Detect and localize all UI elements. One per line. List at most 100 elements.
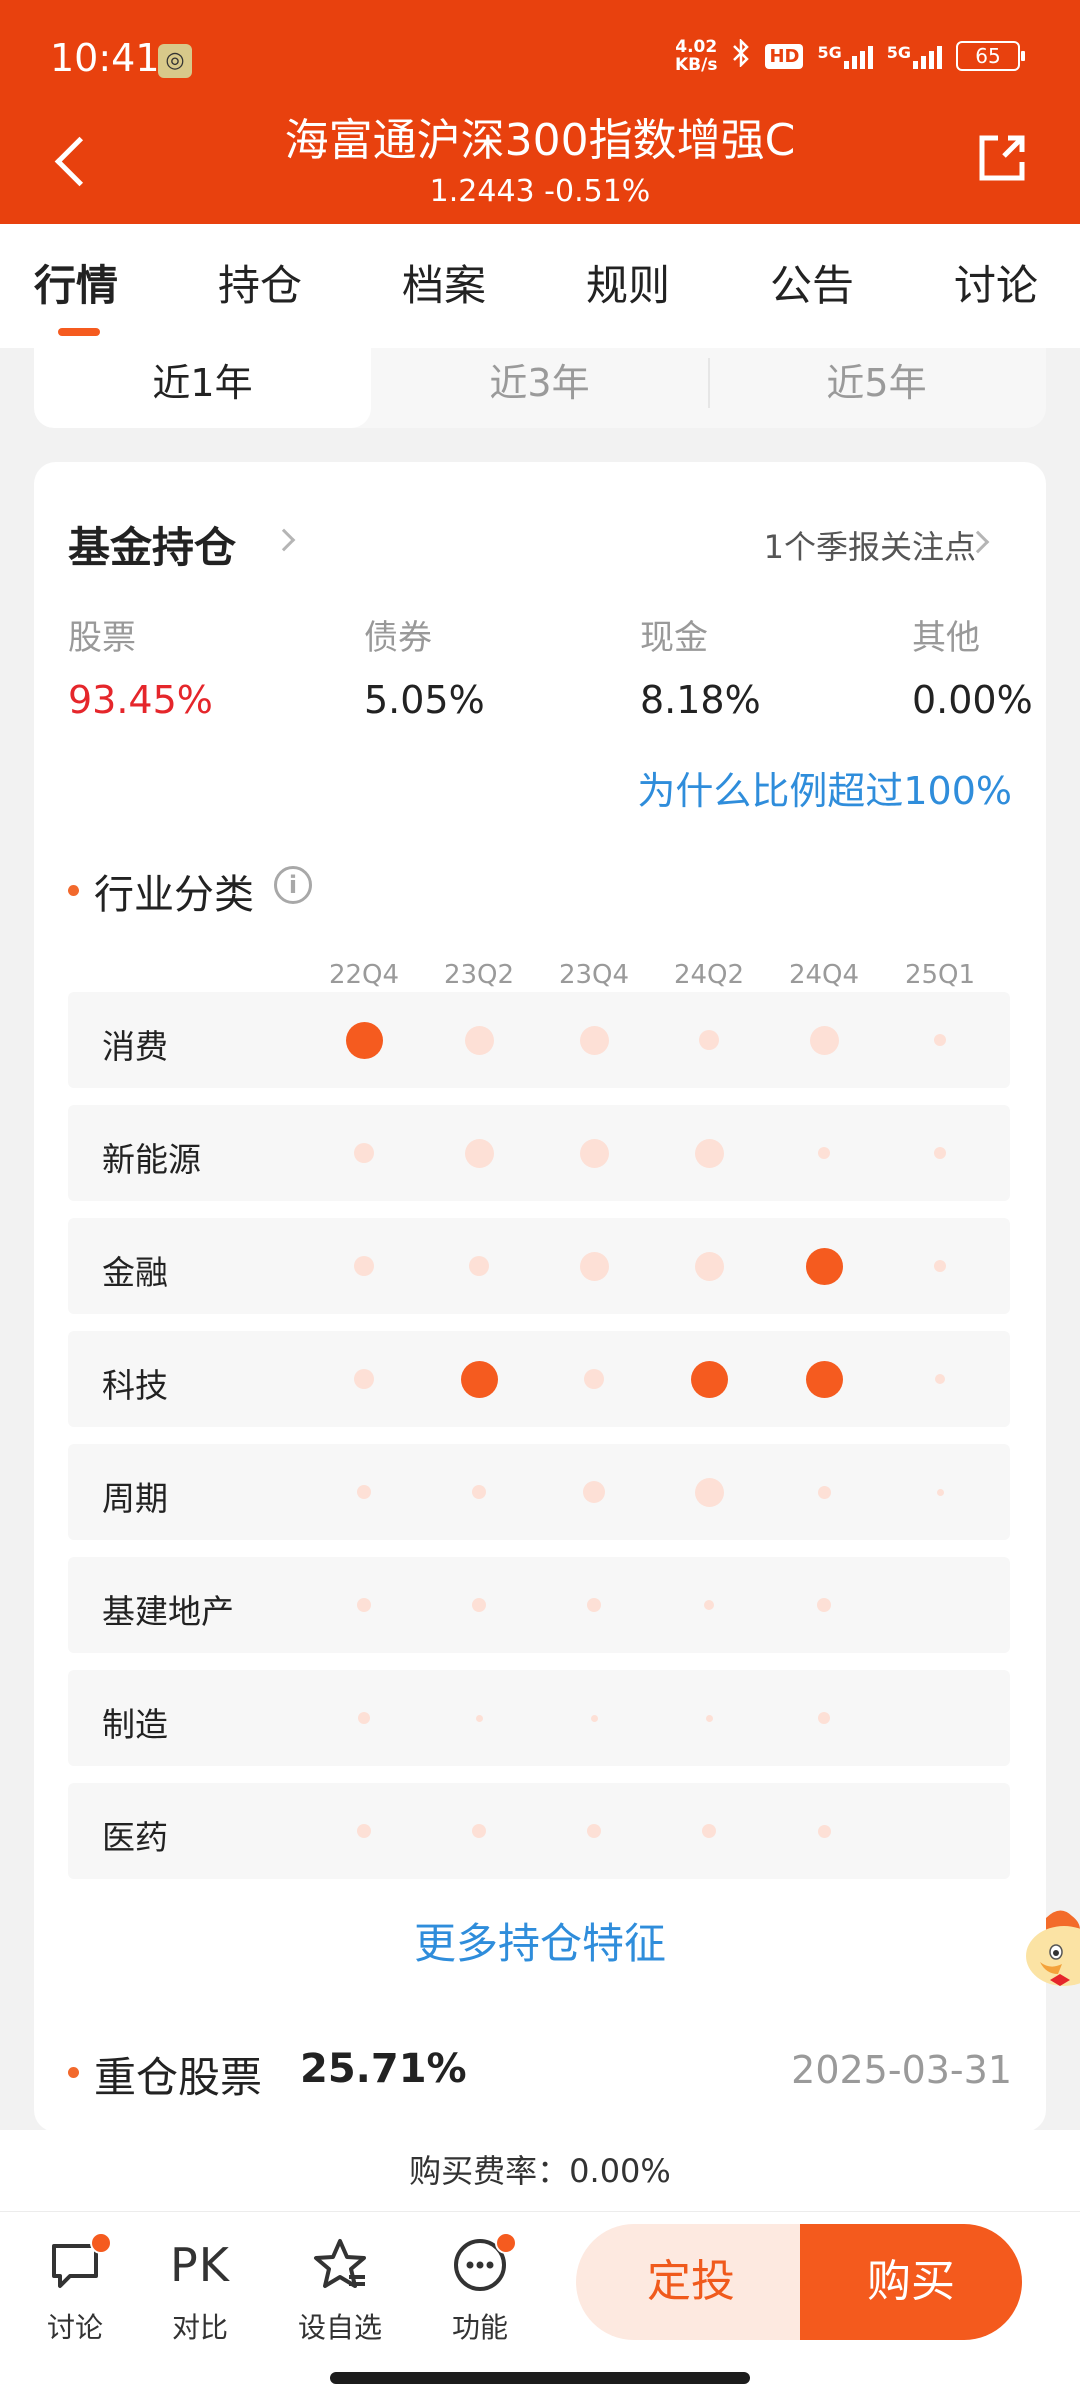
signal-icon-2: 5G — [887, 43, 942, 69]
weight-bubble[interactable] — [584, 1369, 604, 1389]
weight-bubble[interactable] — [694, 1251, 724, 1281]
discuss-label: 讨论 — [46, 2311, 103, 2344]
weight-bubble[interactable] — [354, 1369, 374, 1389]
weight-bubble[interactable] — [357, 1598, 371, 1612]
buy-button[interactable]: 购买 — [800, 2224, 1022, 2340]
industry-name: 科技 — [102, 1366, 168, 1405]
industry-title: 行业分类 — [94, 872, 254, 918]
tab-discussion[interactable]: 讨论 — [954, 252, 1038, 313]
weight-bubble[interactable] — [818, 1147, 830, 1159]
weight-bubble[interactable] — [817, 1485, 831, 1499]
weight-bubble[interactable] — [934, 1147, 946, 1159]
weight-bubble[interactable] — [587, 1598, 601, 1612]
alloc-value-bond: 5.05% — [364, 678, 485, 722]
weight-bubble[interactable] — [357, 1485, 371, 1499]
weight-bubble[interactable] — [805, 1247, 843, 1285]
weight-bubble[interactable] — [472, 1824, 486, 1838]
heavy-stocks-title[interactable]: 重仓股票 — [94, 2044, 262, 2105]
tab-profile[interactable]: 档案 — [402, 252, 486, 313]
chevron-right-icon[interactable] — [272, 528, 296, 552]
industry-name: 金融 — [102, 1253, 168, 1292]
weight-bubble[interactable] — [475, 1714, 483, 1722]
weight-bubble[interactable] — [694, 1138, 724, 1168]
tab-market[interactable]: 行情 — [34, 252, 118, 313]
weight-bubble[interactable] — [357, 1824, 371, 1838]
holdings-card: 基金持仓 1个季报关注点 股票 债券 现金 其他 93.45% 5.05% 8.… — [34, 462, 1046, 2132]
add-watchlist-label: 设自选 — [297, 2311, 382, 2344]
weight-bubble[interactable] — [579, 1025, 609, 1055]
quarter-label: 24Q4 — [788, 960, 860, 990]
section-bullet — [68, 2067, 79, 2078]
weight-bubble[interactable] — [817, 1824, 831, 1838]
more-holdings-features-link[interactable]: 更多持仓特征 — [34, 1910, 1046, 1971]
weight-bubble[interactable] — [583, 1481, 605, 1503]
weight-bubble[interactable] — [354, 1143, 374, 1163]
weight-bubble[interactable] — [935, 1374, 945, 1384]
weight-bubble[interactable] — [358, 1712, 370, 1724]
weight-bubble[interactable] — [817, 1598, 831, 1612]
holdings-title[interactable]: 基金持仓 — [68, 514, 236, 575]
compare-button[interactable]: PK 对比 — [145, 2230, 255, 2346]
quarterly-report-link[interactable]: 1个季报关注点 — [764, 522, 976, 568]
weight-bubble[interactable] — [934, 1260, 946, 1272]
industry-name: 制造 — [102, 1705, 168, 1744]
tab-announcements[interactable]: 公告 — [770, 252, 854, 313]
weight-bubble[interactable] — [472, 1485, 486, 1499]
industry-name: 医药 — [102, 1818, 168, 1857]
net-speed: 4.02 KB/s — [674, 37, 718, 75]
info-icon[interactable]: i — [274, 866, 312, 904]
weight-bubble[interactable] — [934, 1034, 946, 1046]
weight-bubble[interactable] — [354, 1256, 374, 1276]
notification-dot — [90, 2232, 112, 2254]
weight-bubble[interactable] — [702, 1824, 716, 1838]
weight-bubble[interactable] — [587, 1824, 601, 1838]
weight-bubble[interactable] — [704, 1600, 714, 1610]
why-over-100-link[interactable]: 为什么比例超过100% — [637, 760, 1012, 815]
period-1y[interactable]: 近1年 — [34, 348, 371, 428]
alloc-label-cash: 现金 — [640, 618, 708, 658]
period-3y[interactable]: 近3年 — [371, 348, 708, 428]
pk-icon: PK — [170, 2238, 230, 2292]
weight-bubble[interactable] — [579, 1251, 609, 1281]
alloc-value-stock: 93.45% — [68, 678, 213, 722]
weight-bubble[interactable] — [464, 1025, 494, 1055]
quarter-label: 25Q1 — [904, 960, 976, 990]
weight-bubble[interactable] — [460, 1360, 498, 1398]
mascot-assistant-icon[interactable] — [1016, 1904, 1080, 2014]
weight-bubble[interactable] — [699, 1030, 719, 1050]
tab-holdings[interactable]: 持仓 — [218, 252, 302, 313]
purchase-fee-rate: 购买费率：0.00% — [0, 2130, 1080, 2212]
industry-row: 金融 — [68, 1218, 1010, 1314]
discuss-button[interactable]: 讨论 — [20, 2230, 130, 2346]
weight-bubble[interactable] — [705, 1714, 713, 1722]
functions-button[interactable]: 功能 — [425, 2230, 535, 2346]
weight-bubble[interactable] — [809, 1025, 839, 1055]
share-icon[interactable] — [974, 130, 1030, 186]
industry-name: 新能源 — [102, 1140, 201, 1179]
add-watchlist-button[interactable]: 设自选 — [285, 2230, 395, 2346]
home-indicator[interactable] — [330, 2372, 750, 2384]
period-selector: 近1年 近3年 近5年 — [34, 348, 1046, 428]
tab-bar: 行情 持仓 档案 规则 公告 讨论 — [0, 224, 1080, 348]
alloc-value-other: 0.00% — [912, 678, 1033, 722]
weight-bubble[interactable] — [690, 1360, 728, 1398]
weight-bubble[interactable] — [472, 1598, 486, 1612]
status-bar: 10:41 ◎ 4.02 KB/s HD 5G 5G 65 — [0, 0, 1080, 120]
weight-bubble[interactable] — [345, 1021, 383, 1059]
weight-bubble[interactable] — [579, 1138, 609, 1168]
quarter-label: 22Q4 — [328, 960, 400, 990]
alloc-label-bond: 债券 — [364, 618, 432, 658]
weight-bubble[interactable] — [464, 1138, 494, 1168]
period-5y[interactable]: 近5年 — [708, 348, 1045, 428]
header: 10:41 ◎ 4.02 KB/s HD 5G 5G 65 海富通沪深300指数… — [0, 0, 1080, 224]
weight-bubble[interactable] — [936, 1488, 944, 1496]
weight-bubble[interactable] — [590, 1714, 598, 1722]
notification-dot — [495, 2232, 517, 2254]
weight-bubble[interactable] — [805, 1360, 843, 1398]
tab-rules[interactable]: 规则 — [586, 252, 670, 313]
weight-bubble[interactable] — [818, 1712, 830, 1724]
weight-bubble[interactable] — [694, 1477, 724, 1507]
industry-name: 基建地产 — [102, 1592, 234, 1631]
weight-bubble[interactable] — [469, 1256, 489, 1276]
sip-button[interactable]: 定投 — [576, 2224, 806, 2340]
